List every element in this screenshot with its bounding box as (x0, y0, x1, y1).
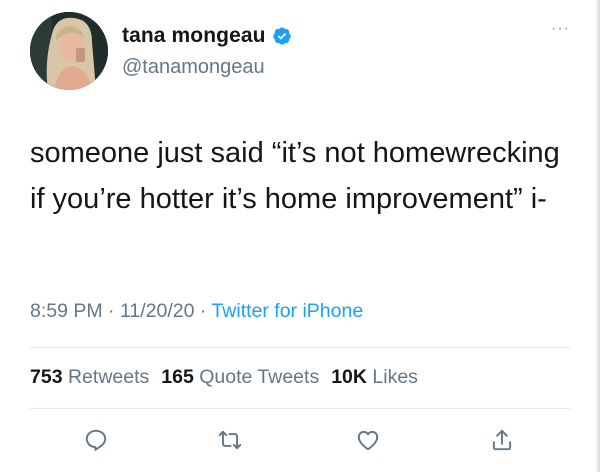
verified-badge-icon (272, 26, 292, 46)
retweet-button[interactable] (212, 422, 248, 458)
tweet-card: tana mongeau @tanamongeau ··· someone ju… (0, 0, 600, 472)
reply-button[interactable] (78, 422, 114, 458)
likes-stat[interactable]: 10K Likes (331, 366, 418, 388)
tweet-metadata: 8:59 PM · 11/20/20 · Twitter for iPhone (30, 300, 363, 323)
display-name[interactable]: tana mongeau (122, 24, 266, 48)
likes-label: Likes (372, 366, 418, 388)
retweet-icon (218, 430, 242, 450)
heart-icon (357, 430, 379, 451)
divider (30, 408, 570, 409)
retweets-stat[interactable]: 753 Retweets (30, 366, 149, 388)
action-bar (0, 422, 600, 458)
author-name-row: tana mongeau (122, 24, 292, 48)
reply-icon (85, 429, 107, 451)
retweets-count: 753 (30, 366, 63, 388)
avatar-image (30, 12, 108, 90)
share-icon (492, 429, 512, 451)
more-options-icon[interactable]: ··· (551, 21, 570, 37)
tweet-time[interactable]: 8:59 PM (30, 300, 103, 322)
tweet-text: someone just said “it’s not homewrecking… (30, 137, 560, 215)
quote-tweets-stat[interactable]: 165 Quote Tweets (161, 366, 319, 388)
like-button[interactable] (350, 422, 386, 458)
likes-count: 10K (331, 366, 367, 388)
share-button[interactable] (484, 422, 520, 458)
retweets-label: Retweets (67, 366, 150, 388)
tweet-source-link[interactable]: Twitter for iPhone (211, 300, 363, 322)
divider (30, 347, 570, 348)
user-handle[interactable]: @tanamongeau (122, 56, 265, 79)
scrollbar-edge (595, 0, 600, 472)
meta-separator: · (108, 300, 115, 322)
quote-tweets-count: 165 (161, 366, 194, 388)
quote-tweets-label: Quote Tweets (199, 366, 320, 388)
engagement-stats: 753 Retweets 165 Quote Tweets 10K Likes (30, 366, 430, 389)
avatar[interactable] (30, 12, 108, 90)
meta-separator: · (199, 300, 207, 322)
tweet-date[interactable]: 11/20/20 (120, 300, 194, 322)
